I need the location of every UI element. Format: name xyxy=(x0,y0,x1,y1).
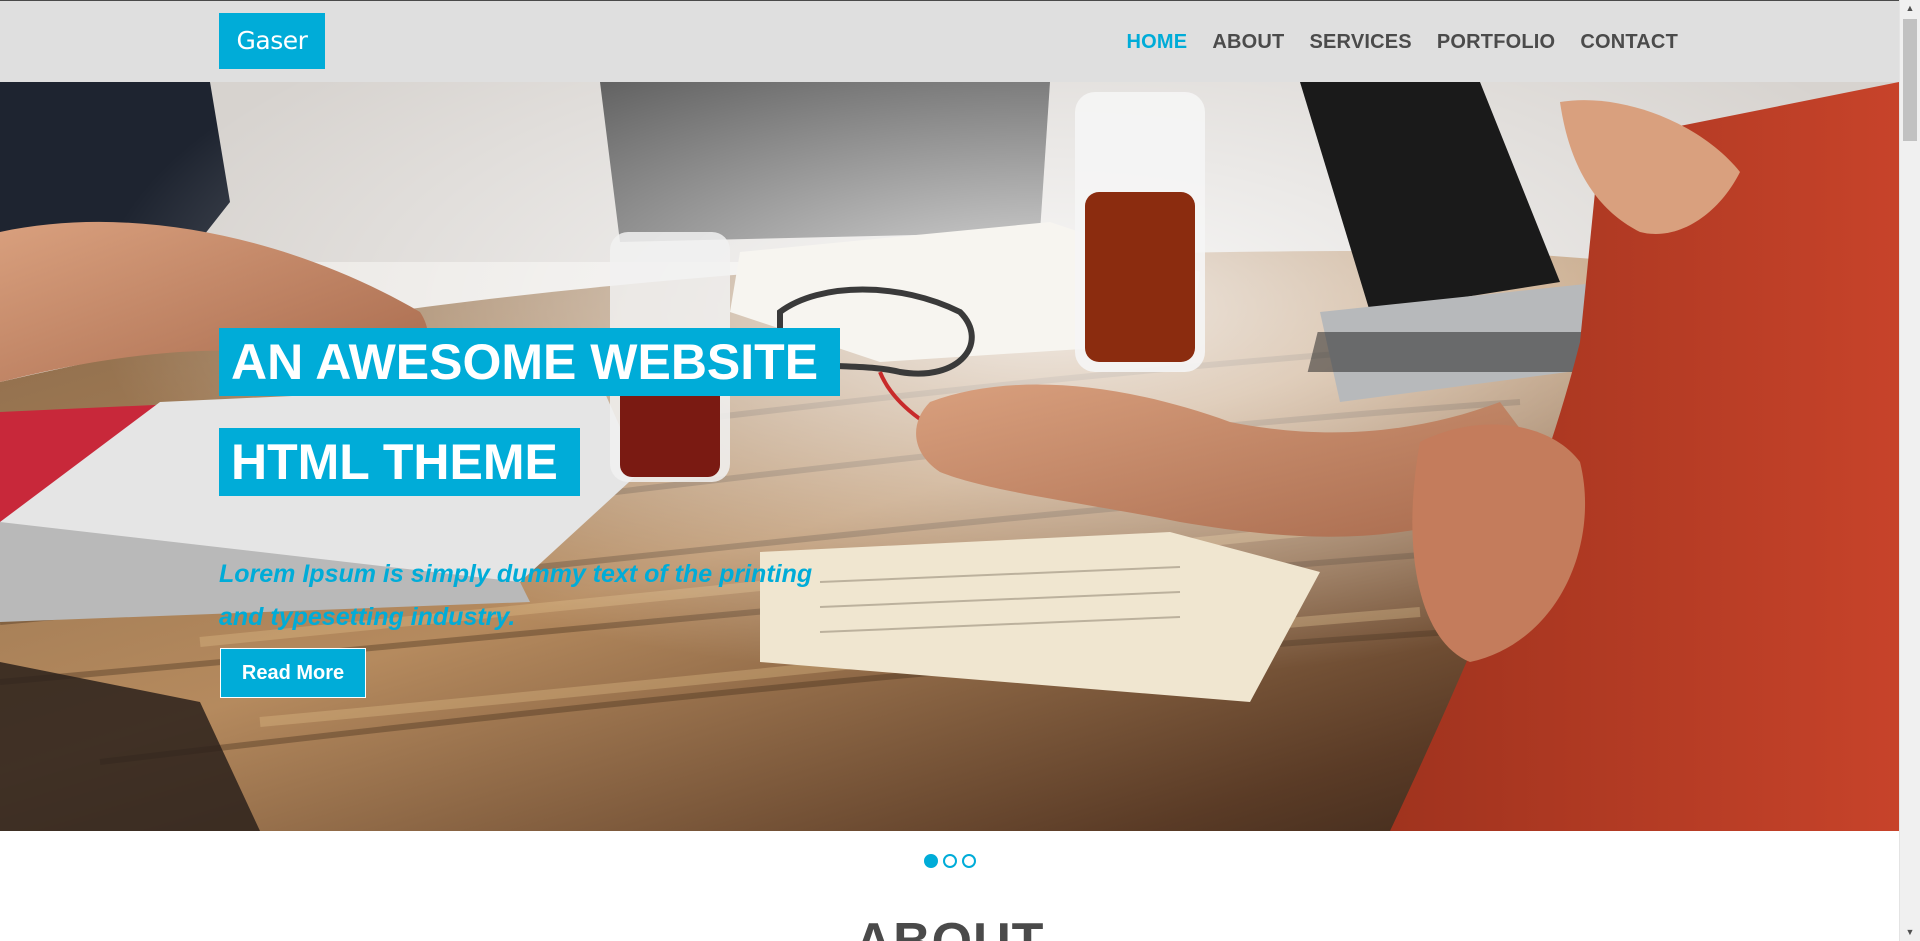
brand-logo[interactable]: Gaser xyxy=(219,13,325,69)
scrollbar-thumb[interactable] xyxy=(1903,19,1917,141)
slider-dot-1[interactable] xyxy=(923,854,938,868)
hero-headline-line-1: AN AWESOME WEBSITE xyxy=(219,328,841,396)
page: Gaser HOME ABOUT SERVICES PORTFOLIO CONT… xyxy=(0,0,1899,941)
nav-item-contact[interactable]: CONTACT xyxy=(1580,31,1678,54)
scroll-down-arrow-icon[interactable]: ▼ xyxy=(1900,924,1920,941)
slider-dot-3[interactable] xyxy=(961,854,976,868)
scroll-up-arrow-icon[interactable]: ▲ xyxy=(1900,0,1920,17)
nav-item-about[interactable]: ABOUT xyxy=(1212,31,1284,54)
nav-item-home[interactable]: HOME xyxy=(1127,31,1188,54)
hero-headline-line-2: HTML THEME xyxy=(219,428,580,496)
navbar: Gaser HOME ABOUT SERVICES PORTFOLIO CONT… xyxy=(0,0,1899,82)
read-more-button[interactable]: Read More xyxy=(220,648,366,698)
nav-item-portfolio[interactable]: PORTFOLIO xyxy=(1437,31,1555,54)
hero-lead-text: Lorem Ipsum is simply dummy text of the … xyxy=(219,560,813,631)
hero-slider: AN AWESOME WEBSITE HTML THEME Lorem Ipsu… xyxy=(0,82,1899,831)
nav-item-services[interactable]: SERVICES xyxy=(1309,31,1411,54)
about-section-title: ABOUT xyxy=(0,912,1899,941)
slider-pagination xyxy=(0,854,1899,872)
slider-dot-2[interactable] xyxy=(942,854,957,868)
page-scrollbar[interactable]: ▲ ▼ xyxy=(1899,0,1920,941)
main-nav: HOME ABOUT SERVICES PORTFOLIO CONTACT xyxy=(1102,1,1678,83)
